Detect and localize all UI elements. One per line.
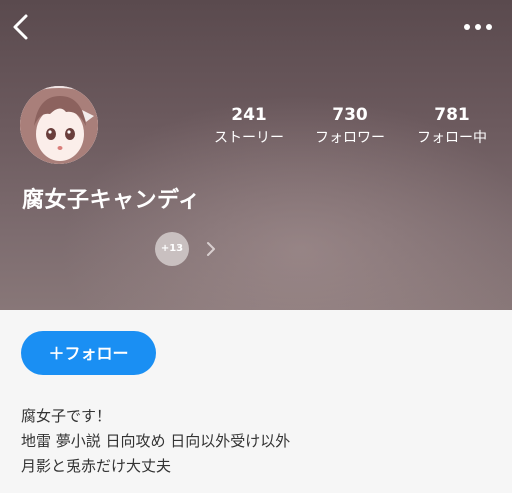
- follow-button[interactable]: ＋フォロー: [21, 331, 156, 375]
- stat-followers-count: 730: [332, 105, 368, 125]
- stat-stories-label: ストーリー: [214, 130, 284, 146]
- stat-followers-label: フォロワー: [315, 130, 385, 146]
- badges-more-button[interactable]: +13: [155, 232, 189, 266]
- bio-line: 腐女子です！: [21, 407, 112, 425]
- avatar-illustration: [20, 86, 98, 164]
- stat-followers[interactable]: 730 フォロワー: [302, 104, 398, 148]
- stat-stories-count: 241: [231, 105, 267, 125]
- stat-following[interactable]: 781 フォロー中: [404, 104, 500, 148]
- stat-following-label: フォロー中: [417, 130, 487, 146]
- more-horizontal-icon: [464, 24, 492, 30]
- profile-name: 腐女子キャンディ: [22, 188, 201, 213]
- chevron-right-icon: [207, 242, 215, 256]
- avatar[interactable]: [20, 86, 98, 164]
- chevron-left-icon: [13, 14, 28, 40]
- badges-next-button[interactable]: [204, 240, 218, 258]
- back-button[interactable]: [8, 12, 38, 42]
- profile-header: 241 ストーリー 730 フォロワー 781 フォロー中 腐女子キャンディ +…: [0, 0, 512, 310]
- stat-stories[interactable]: 241 ストーリー: [200, 104, 298, 148]
- bio-line: 月影と兎赤だけ大丈夫: [21, 457, 172, 475]
- more-button[interactable]: [462, 16, 494, 38]
- stat-following-count: 781: [434, 105, 470, 125]
- bio: 腐女子です！ 地雷 夢小説 日向攻め 日向以外受け以外 月影と兎赤だけ大丈夫: [21, 404, 290, 479]
- bio-line: 地雷 夢小説 日向攻め 日向以外受け以外: [21, 432, 291, 450]
